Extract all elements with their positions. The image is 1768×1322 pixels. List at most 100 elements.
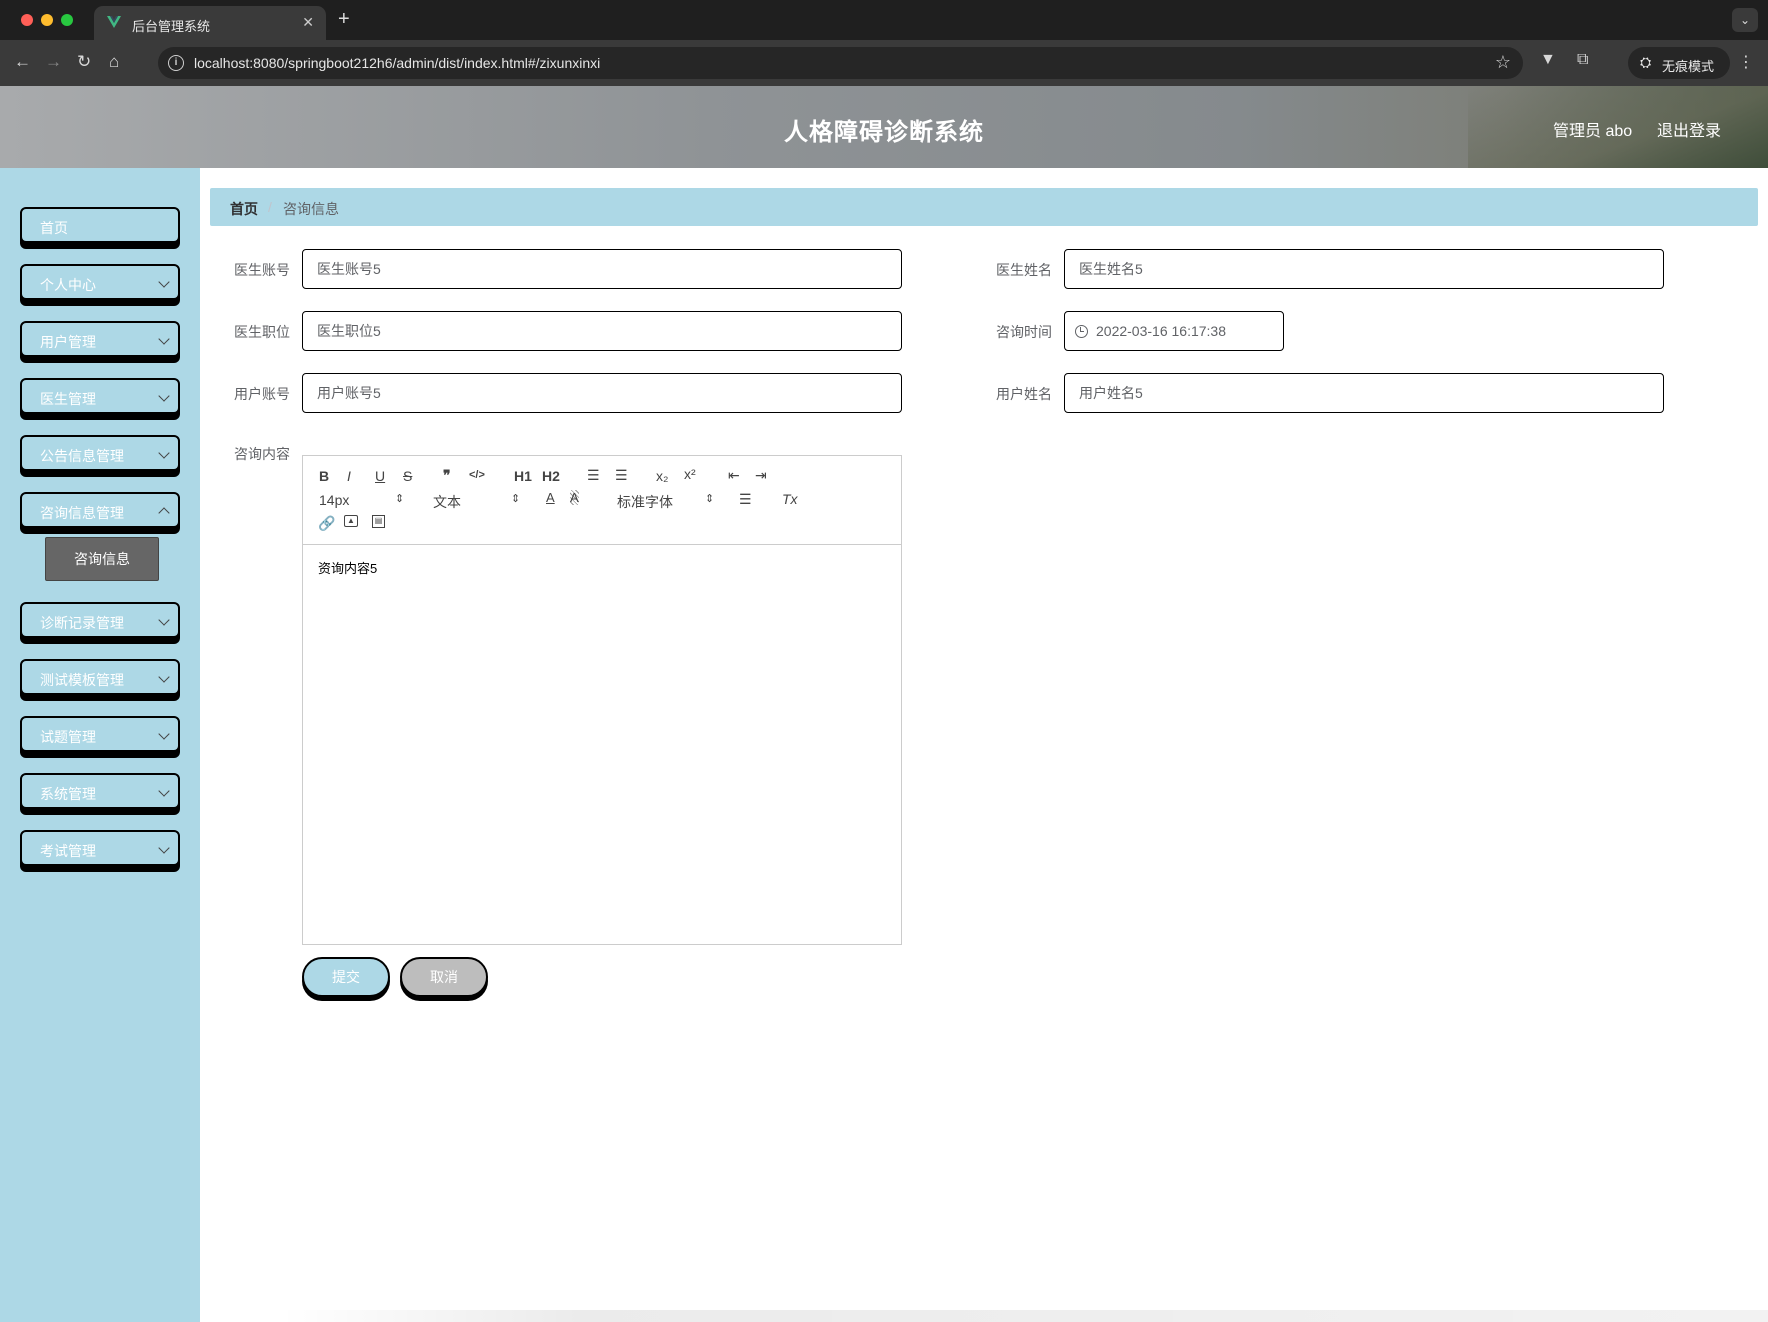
text-type-value: 文本 — [433, 494, 461, 510]
tab-search-chevron-icon[interactable]: ⌄ — [1732, 8, 1758, 32]
font-size-select[interactable]: 14px ⇕ — [319, 492, 405, 510]
bottom-shadow — [280, 1310, 1768, 1322]
image-icon[interactable]: ▲ — [344, 515, 358, 527]
sidebar-item-user-management[interactable]: 用户管理 — [20, 321, 180, 357]
window-minimize-control[interactable] — [41, 14, 53, 26]
submenu-item-consult-info[interactable]: 咨询信息 — [45, 537, 159, 581]
sidebar-item-home[interactable]: 首页 — [20, 207, 180, 243]
browser-toolbar: ← → ↻ ⌂ i localhost:8080/springboot212h6… — [0, 40, 1768, 86]
link-icon[interactable]: 🔗 — [318, 515, 335, 532]
sidebar-item-notice-management[interactable]: 公告信息管理 — [20, 435, 180, 471]
incognito-label: 无痕模式 — [1662, 59, 1715, 74]
incognito-icon: ⛭ — [1640, 54, 1652, 70]
doctor-position-field[interactable] — [302, 311, 902, 351]
cancel-button[interactable]: 取消 — [400, 957, 488, 997]
italic-icon[interactable]: I — [347, 468, 351, 484]
bullet-list-icon[interactable]: ☰ — [615, 467, 628, 484]
consult-content-label: 咨询内容 — [234, 446, 290, 462]
doctor-name-field[interactable] — [1064, 249, 1664, 289]
sidebar-item-label: 试题管理 — [40, 729, 96, 745]
vue-devtools-icon[interactable]: ▼ — [1540, 51, 1556, 69]
sidebar-item-personal-center[interactable]: 个人中心 — [20, 264, 180, 300]
sidebar-item-diagnosis-records[interactable]: 诊断记录管理 — [20, 602, 180, 638]
chevron-down-icon — [158, 276, 170, 288]
font-size-value: 14px — [319, 492, 350, 508]
incognito-indicator[interactable]: ⛭ 无痕模式 — [1628, 47, 1730, 79]
indent-icon[interactable]: ⇥ — [755, 467, 767, 484]
sidebar-item-doctor-management[interactable]: 医生管理 — [20, 378, 180, 414]
align-left-icon[interactable]: ☰ — [739, 491, 752, 508]
breadcrumb-separator: / — [268, 199, 272, 215]
browser-tab[interactable]: 后台管理系统 ✕ — [94, 6, 326, 40]
bold-icon[interactable]: B — [319, 468, 329, 484]
chevron-down-icon — [158, 728, 170, 740]
user-name-field[interactable] — [1064, 373, 1664, 413]
clean-format-icon[interactable]: Tx — [782, 491, 798, 507]
chevron-down-icon — [158, 333, 170, 345]
font-family-value: 标准字体 — [617, 494, 673, 510]
sidebar-item-label: 考试管理 — [40, 843, 96, 859]
home-icon[interactable]: ⌂ — [109, 52, 119, 72]
sidebar-item-label: 首页 — [40, 220, 68, 236]
video-icon[interactable]: ▤ — [372, 515, 385, 528]
current-user: 管理员 abo — [1553, 123, 1633, 140]
header-1-icon[interactable]: H1 — [514, 468, 532, 484]
header-2-icon[interactable]: H2 — [542, 468, 560, 484]
extensions-icon[interactable]: ⧉ — [1577, 51, 1588, 69]
consult-time-picker[interactable]: 2022-03-16 16:17:38 — [1064, 311, 1284, 351]
tab-close-icon[interactable]: ✕ — [302, 14, 314, 31]
blockquote-icon[interactable]: ❞ — [443, 467, 451, 484]
new-tab-icon[interactable]: + — [338, 8, 350, 31]
select-arrows-icon: ⇕ — [705, 493, 715, 505]
strike-icon[interactable]: S — [403, 468, 412, 484]
editor-content[interactable]: 资询内容5 — [318, 558, 377, 577]
vue-logo-icon — [107, 16, 121, 28]
sidebar-item-label: 公告信息管理 — [40, 448, 124, 464]
subscript-icon[interactable]: x₂ — [656, 468, 668, 484]
sidebar-item-question-management[interactable]: 试题管理 — [20, 716, 180, 752]
text-type-select[interactable]: 文本 ⇕ — [433, 492, 520, 510]
superscript-icon[interactable]: x² — [684, 466, 696, 482]
window-maximize-control[interactable] — [61, 14, 73, 26]
browser-menu-icon[interactable]: ⋮ — [1738, 52, 1754, 72]
reload-icon[interactable]: ↻ — [77, 52, 91, 72]
sidebar-item-label: 用户管理 — [40, 334, 96, 350]
sidebar-item-label: 咨询信息管理 — [40, 505, 124, 521]
breadcrumb-current: 咨询信息 — [283, 201, 339, 217]
sidebar-item-system-management[interactable]: 系统管理 — [20, 773, 180, 809]
bookmark-star-icon[interactable]: ☆ — [1495, 52, 1511, 73]
sidebar-item-consult-management[interactable]: 咨询信息管理 — [20, 492, 180, 528]
submit-button[interactable]: 提交 — [302, 957, 390, 997]
breadcrumb-home[interactable]: 首页 — [230, 199, 258, 219]
site-info-icon[interactable]: i — [168, 55, 184, 71]
consult-time-value: 2022-03-16 16:17:38 — [1096, 323, 1226, 339]
app-title: 人格障碍诊断系统 — [784, 119, 984, 146]
doctor-account-field[interactable] — [302, 249, 902, 289]
user-account-label: 用户账号 — [234, 386, 290, 402]
sidebar-item-exam-management[interactable]: 考试管理 — [20, 830, 180, 866]
window-close-control[interactable] — [21, 14, 33, 26]
editor-toolbar: B I U S ❞ </> H1 H2 ☰ ☰ x₂ x² ⇤ ⇥ 14px ⇕… — [303, 456, 901, 545]
font-color-icon[interactable]: A — [546, 490, 555, 505]
chevron-down-icon — [158, 390, 170, 402]
code-block-icon[interactable]: </> — [469, 469, 485, 481]
back-icon[interactable]: ← — [14, 52, 31, 72]
consult-time-label: 咨询时间 — [996, 324, 1052, 340]
user-account-field[interactable] — [302, 373, 902, 413]
font-family-select[interactable]: 标准字体 ⇕ — [617, 492, 715, 510]
sidebar-item-label: 系统管理 — [40, 786, 96, 802]
outdent-icon[interactable]: ⇤ — [728, 467, 740, 484]
forward-icon[interactable]: → — [45, 52, 62, 72]
sidebar: 首页 个人中心 用户管理 医生管理 公告信息管理 咨询信息管理 咨询信息 诊断记… — [0, 168, 200, 1322]
underline-icon[interactable]: U — [375, 468, 385, 484]
browser-tab-bar: 后台管理系统 ✕ + ⌄ — [0, 0, 1768, 40]
logout-link[interactable]: 退出登录 — [1657, 117, 1721, 141]
address-bar[interactable]: i localhost:8080/springboot212h6/admin/d… — [158, 47, 1523, 79]
select-arrows-icon: ⇕ — [395, 493, 405, 505]
sidebar-item-test-template[interactable]: 测试模板管理 — [20, 659, 180, 695]
clock-icon — [1075, 325, 1088, 338]
chevron-down-icon — [158, 842, 170, 854]
chevron-down-icon — [158, 614, 170, 626]
background-color-icon[interactable]: A — [570, 490, 579, 505]
ordered-list-icon[interactable]: ☰ — [587, 467, 600, 484]
